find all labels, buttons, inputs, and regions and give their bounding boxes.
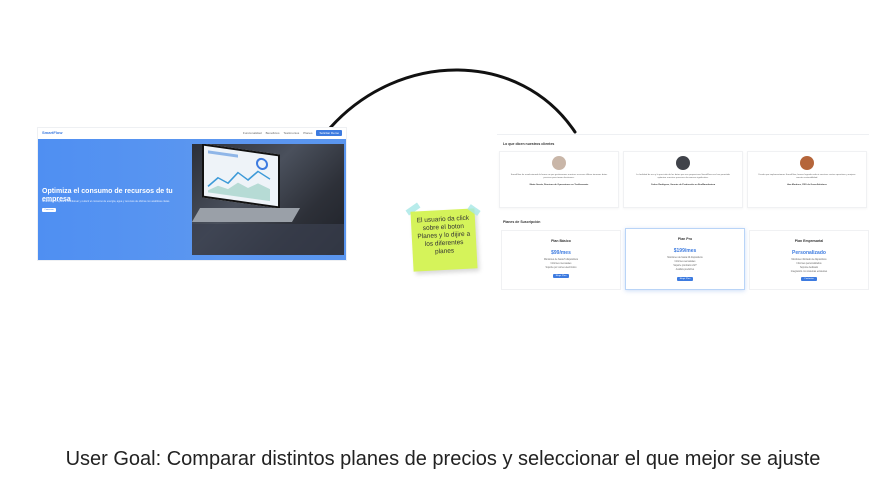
testimonial-card: SmartFlow ha revolucionado la forma en q…	[499, 151, 619, 208]
nav-link-funcionalidad[interactable]: Funcionalidad	[243, 131, 262, 135]
request-demo-button[interactable]: Solicitar Demo	[316, 130, 342, 136]
plan-name: Plan Empresarial	[794, 239, 824, 243]
contact-button[interactable]: Contactar	[801, 277, 817, 281]
testimonial-author: Ana Martínez, CEO de GreenSolutions	[787, 184, 827, 186]
plan-feature: Monitoreo de hasta 20 dispositivos	[667, 257, 703, 259]
testimonials-title: Lo que dicen nuestros clientes	[503, 142, 555, 146]
plan-price: Personalizado	[792, 250, 826, 256]
plans-title: Planes de Suscripción	[503, 220, 541, 224]
dashboard-chart-icon	[207, 150, 271, 202]
plan-feature: Informes personalizados	[796, 263, 822, 265]
testimonial-author: Carlos Rodríguez, Gerente de Producción …	[650, 184, 716, 186]
brand-logo[interactable]: SmartFlow	[42, 130, 62, 135]
plan-feature: Integración con sistemas existentes	[790, 271, 828, 273]
plan-feature: Soporte por correo electrónico	[545, 267, 577, 269]
hero-subtitle: SmartFlow te ayuda a monitorear y reduci…	[42, 200, 170, 203]
nav-link-testimonios[interactable]: Testimonios	[283, 131, 299, 135]
plan-price: $199/mes	[673, 248, 697, 254]
plan-feature: Análisis predictivo	[675, 269, 695, 271]
plan-card-basico: Plan Básico $99/mes Monitoreo de hasta 5…	[501, 230, 621, 290]
hero-cta-button[interactable]: Comenzar	[42, 208, 56, 212]
plan-price: $99/mes	[551, 250, 571, 256]
plan-feature: Soporte dedicado	[799, 267, 818, 269]
landing-page-screen: SmartFlow Funcionalidad Beneficios Testi…	[38, 128, 346, 260]
top-divider	[497, 134, 869, 135]
sticky-note: El usuario da click sobre el boton Plane…	[410, 208, 478, 272]
avatar	[800, 156, 814, 170]
plan-card-pro: Plan Pro $199/mes Monitoreo de hasta 20 …	[625, 228, 745, 290]
plan-feature: Informes mensuales	[550, 263, 572, 265]
avatar	[676, 156, 690, 170]
user-goal-caption: User Goal: Comparar distintos planes de …	[65, 448, 821, 470]
testimonial-text: Desde que implementamos SmartFlow, hemos…	[758, 174, 856, 179]
nav-links: Funcionalidad Beneficios Testimonios Pla…	[243, 130, 342, 136]
nav-link-beneficios[interactable]: Beneficios	[266, 131, 280, 135]
laptop-keyboard	[192, 208, 301, 222]
hero-section: Optimiza el consumo de recursos de tu em…	[38, 139, 346, 260]
desk-reflection	[192, 224, 344, 255]
plan-feature: Monitoreo de hasta 5 dispositivos	[543, 259, 579, 261]
laptop-screen-image	[202, 144, 280, 209]
plan-feature: Soporte prioritario 24/7	[673, 265, 697, 267]
avatar	[552, 156, 566, 170]
testimonial-text: SmartFlow ha revolucionado la forma en q…	[510, 174, 608, 179]
plan-name: Plan Básico	[551, 239, 571, 243]
choose-plan-button[interactable]: Elegir Plan	[677, 277, 693, 281]
laptop-dashboard-photo	[192, 144, 344, 255]
plan-name: Plan Pro	[677, 237, 693, 241]
choose-plan-button[interactable]: Elegir Plan	[553, 274, 569, 278]
testimonial-card: La facilidad de uso y la precisión de lo…	[623, 151, 743, 208]
nav-link-planes[interactable]: Planes	[303, 131, 312, 135]
sticky-note-text: El usuario da click sobre el boton Plane…	[416, 214, 471, 256]
plan-feature: Informes semanales	[674, 261, 696, 263]
testimonial-author: María García, Directora de Operaciones e…	[529, 184, 589, 186]
testimonial-text: La facilidad de uso y la precisión de lo…	[636, 174, 730, 179]
top-nav: SmartFlow Funcionalidad Beneficios Testi…	[38, 128, 346, 138]
plans-page-screen: Lo que dicen nuestros clientes SmartFlow…	[497, 134, 869, 294]
plan-feature: Monitoreo ilimitado de dispositivos	[791, 259, 827, 261]
testimonial-card: Desde que implementamos SmartFlow, hemos…	[747, 151, 867, 208]
plan-card-empresarial: Plan Empresarial Personalizado Monitoreo…	[749, 230, 869, 290]
